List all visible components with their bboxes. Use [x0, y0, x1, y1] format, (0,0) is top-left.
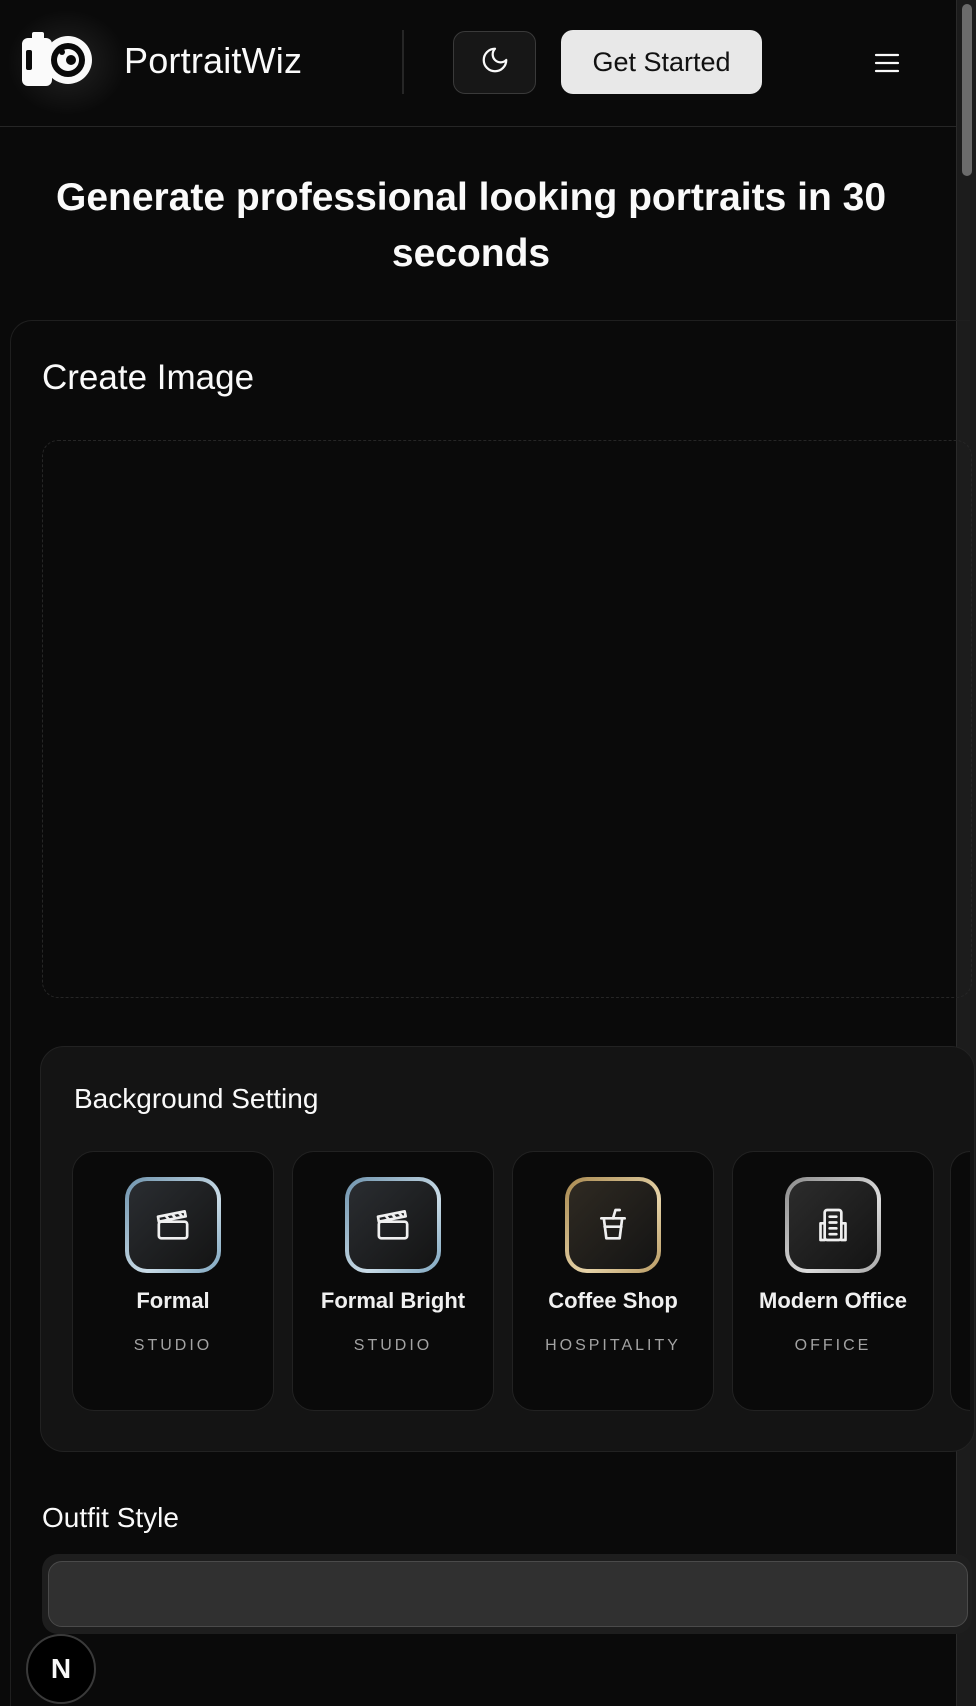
cup-icon	[565, 1177, 661, 1273]
camera-icon[interactable]	[22, 30, 102, 94]
option-name: Modern Office	[759, 1288, 907, 1313]
theme-toggle-button[interactable]	[453, 31, 536, 94]
building-icon	[785, 1177, 881, 1273]
nextjs-logo-icon: N	[51, 1653, 71, 1684]
option-name: Coffee Shop	[548, 1288, 678, 1313]
scrollbar-thumb[interactable]	[962, 4, 972, 176]
clapperboard-icon	[125, 1177, 221, 1273]
background-setting-title: Background Setting	[74, 1083, 319, 1114]
outfit-style-select[interactable]	[48, 1561, 968, 1627]
option-category: STUDIO	[353, 1337, 433, 1354]
nextjs-dev-badge[interactable]: N	[26, 1634, 96, 1704]
top-nav-bar: PortraitWiz Get Started	[0, 0, 956, 127]
outfit-style-label: Outfit Style	[42, 1502, 179, 1533]
background-option-next-peek[interactable]	[950, 1151, 970, 1411]
option-category: OFFICE	[794, 1337, 872, 1354]
option-name: Formal Bright	[320, 1288, 466, 1313]
create-image-title: Create Image	[42, 358, 255, 397]
background-option-formal[interactable]: Formal STUDIO	[72, 1151, 274, 1411]
moon-icon	[480, 45, 510, 80]
hero-title: Generate professional looking portraits …	[55, 176, 887, 275]
option-name: Formal	[136, 1288, 210, 1313]
brand-name[interactable]: PortraitWiz	[124, 40, 302, 82]
option-category: STUDIO	[133, 1337, 213, 1354]
image-upload-dropzone[interactable]	[42, 440, 972, 998]
background-option-formal-bright[interactable]: Formal Bright STUDIO	[292, 1151, 494, 1411]
svg-text:N: N	[51, 1653, 71, 1684]
get-started-button[interactable]: Get Started	[561, 30, 762, 94]
background-option-coffee-shop[interactable]: Coffee Shop HOSPITALITY	[512, 1151, 714, 1411]
option-category: HOSPITALITY	[545, 1337, 681, 1354]
header-divider	[402, 30, 404, 94]
hamburger-menu-icon[interactable]	[862, 38, 912, 88]
background-option-modern-office[interactable]: Modern Office OFFICE	[732, 1151, 934, 1411]
clapperboard-icon	[345, 1177, 441, 1273]
